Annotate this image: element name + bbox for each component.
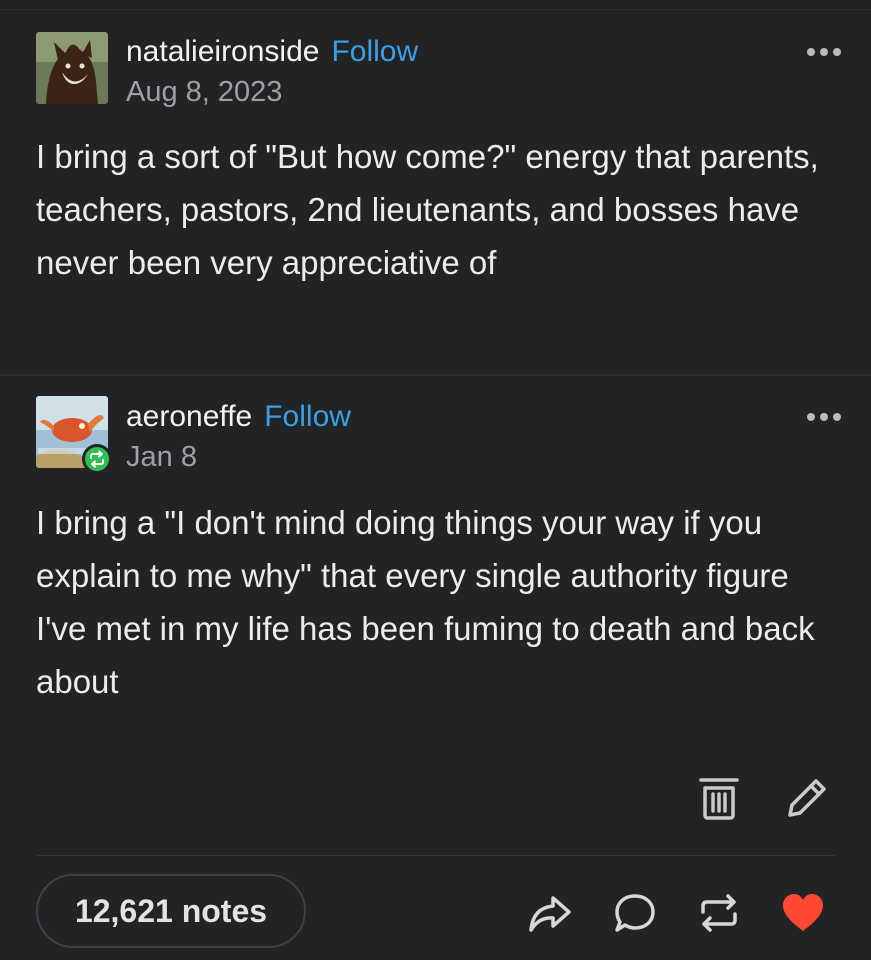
footer-divider — [36, 855, 836, 856]
post-date: Aug 8, 2023 — [126, 76, 283, 108]
trash-icon[interactable] — [697, 775, 741, 821]
post-header: natalieironside Follow — [126, 35, 418, 69]
reblog-icon[interactable] — [696, 890, 742, 936]
post-body: I bring a sort of "But how come?" energy… — [36, 138, 819, 281]
notes-count-button[interactable]: 12,621 notes — [36, 874, 306, 948]
post-header: aeroneffe Follow — [126, 400, 351, 434]
share-icon[interactable] — [527, 890, 573, 936]
more-options-icon[interactable] — [807, 413, 841, 421]
comment-icon[interactable] — [612, 890, 658, 936]
post-date: Jan 8 — [126, 441, 197, 473]
original-post: natalieironside Follow Aug 8, 2023 I bri… — [0, 0, 871, 376]
pencil-icon[interactable] — [784, 775, 830, 821]
avatar[interactable] — [36, 32, 108, 104]
heart-icon[interactable] — [780, 890, 826, 936]
follow-button[interactable]: Follow — [331, 35, 418, 69]
post-body: I bring a "I don't mind doing things you… — [36, 504, 815, 700]
follow-button[interactable]: Follow — [264, 400, 351, 434]
reblog-badge-icon — [82, 444, 112, 474]
username[interactable]: natalieironside — [126, 35, 319, 69]
more-options-icon[interactable] — [807, 48, 841, 56]
username[interactable]: aeroneffe — [126, 400, 252, 434]
